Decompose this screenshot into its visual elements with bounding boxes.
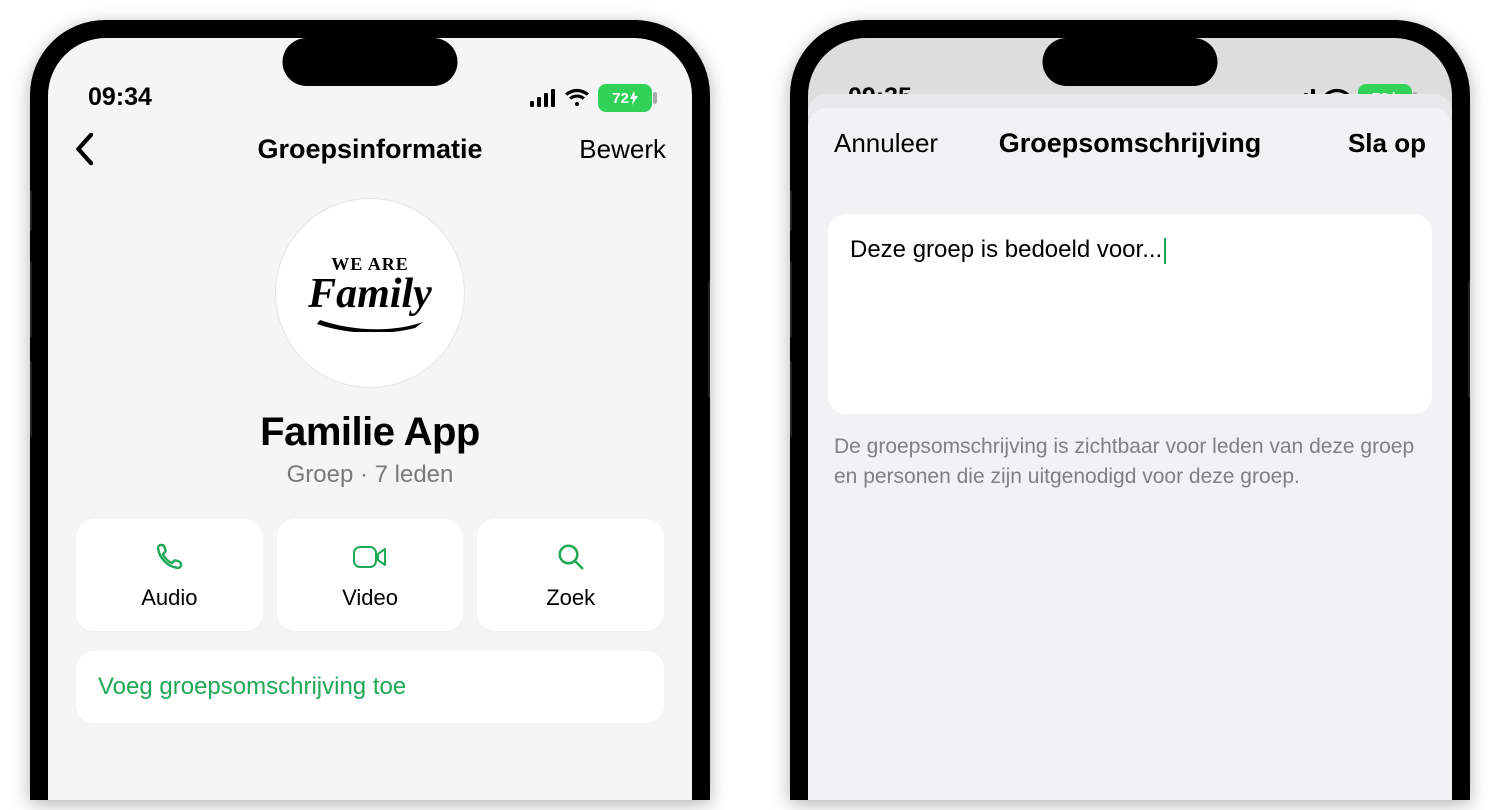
notch xyxy=(1043,38,1218,86)
status-time: 09:34 xyxy=(88,83,152,112)
add-description-label: Voeg groepsomschrijving toe xyxy=(98,673,406,701)
add-group-description-button[interactable]: Voeg groepsomschrijving toe xyxy=(76,651,664,723)
group-name: Familie App xyxy=(48,410,692,455)
description-text: Deze groep is bedoeld voor... xyxy=(850,236,1162,263)
nav-bar: Groepsinformatie Bewerk xyxy=(48,118,692,180)
cancel-button[interactable]: Annuleer xyxy=(834,128,954,159)
cellular-signal-icon xyxy=(530,89,556,107)
notch xyxy=(283,38,458,86)
page-title: Groepsinformatie xyxy=(257,134,482,165)
screen-right: 09:35 72 Annuleer Groepsomschrijving Sla… xyxy=(808,38,1452,800)
audio-label: Audio xyxy=(141,585,197,611)
wifi-icon xyxy=(564,88,590,108)
video-label: Video xyxy=(342,585,398,611)
helper-text: De groepsomschrijving is zichtbaar voor … xyxy=(834,432,1426,493)
group-subtitle: Groep · 7 leden xyxy=(48,461,692,489)
action-row: Audio Video Zoek xyxy=(48,519,692,631)
back-button[interactable] xyxy=(74,132,174,166)
avatar-swoosh-icon xyxy=(315,318,425,332)
modal-sheet: Annuleer Groepsomschrijving Sla op Deze … xyxy=(808,108,1452,800)
search-label: Zoek xyxy=(546,585,595,611)
save-button[interactable]: Sla op xyxy=(1306,128,1426,159)
text-cursor-icon xyxy=(1164,238,1166,264)
video-call-button[interactable]: Video xyxy=(277,519,464,631)
phone-icon xyxy=(153,539,185,575)
avatar-text-main: Family xyxy=(308,275,432,315)
battery-level: 72 xyxy=(612,90,629,107)
audio-call-button[interactable]: Audio xyxy=(76,519,263,631)
search-icon xyxy=(556,539,586,575)
phone-right: 09:35 72 Annuleer Groepsomschrijving Sla… xyxy=(790,20,1470,800)
battery-icon: 72 xyxy=(598,84,652,112)
modal-title: Groepsomschrijving xyxy=(999,128,1262,159)
search-button[interactable]: Zoek xyxy=(477,519,664,631)
screen-left: 09:34 72 Groepsinformatie Bewerk xyxy=(48,38,692,800)
video-icon xyxy=(352,539,388,575)
group-avatar[interactable]: WE ARE Family xyxy=(275,198,465,388)
description-textarea[interactable]: Deze groep is bedoeld voor... xyxy=(828,214,1432,414)
phone-left: 09:34 72 Groepsinformatie Bewerk xyxy=(30,20,710,800)
modal-nav: Annuleer Groepsomschrijving Sla op xyxy=(808,108,1452,178)
edit-button[interactable]: Bewerk xyxy=(566,134,666,165)
